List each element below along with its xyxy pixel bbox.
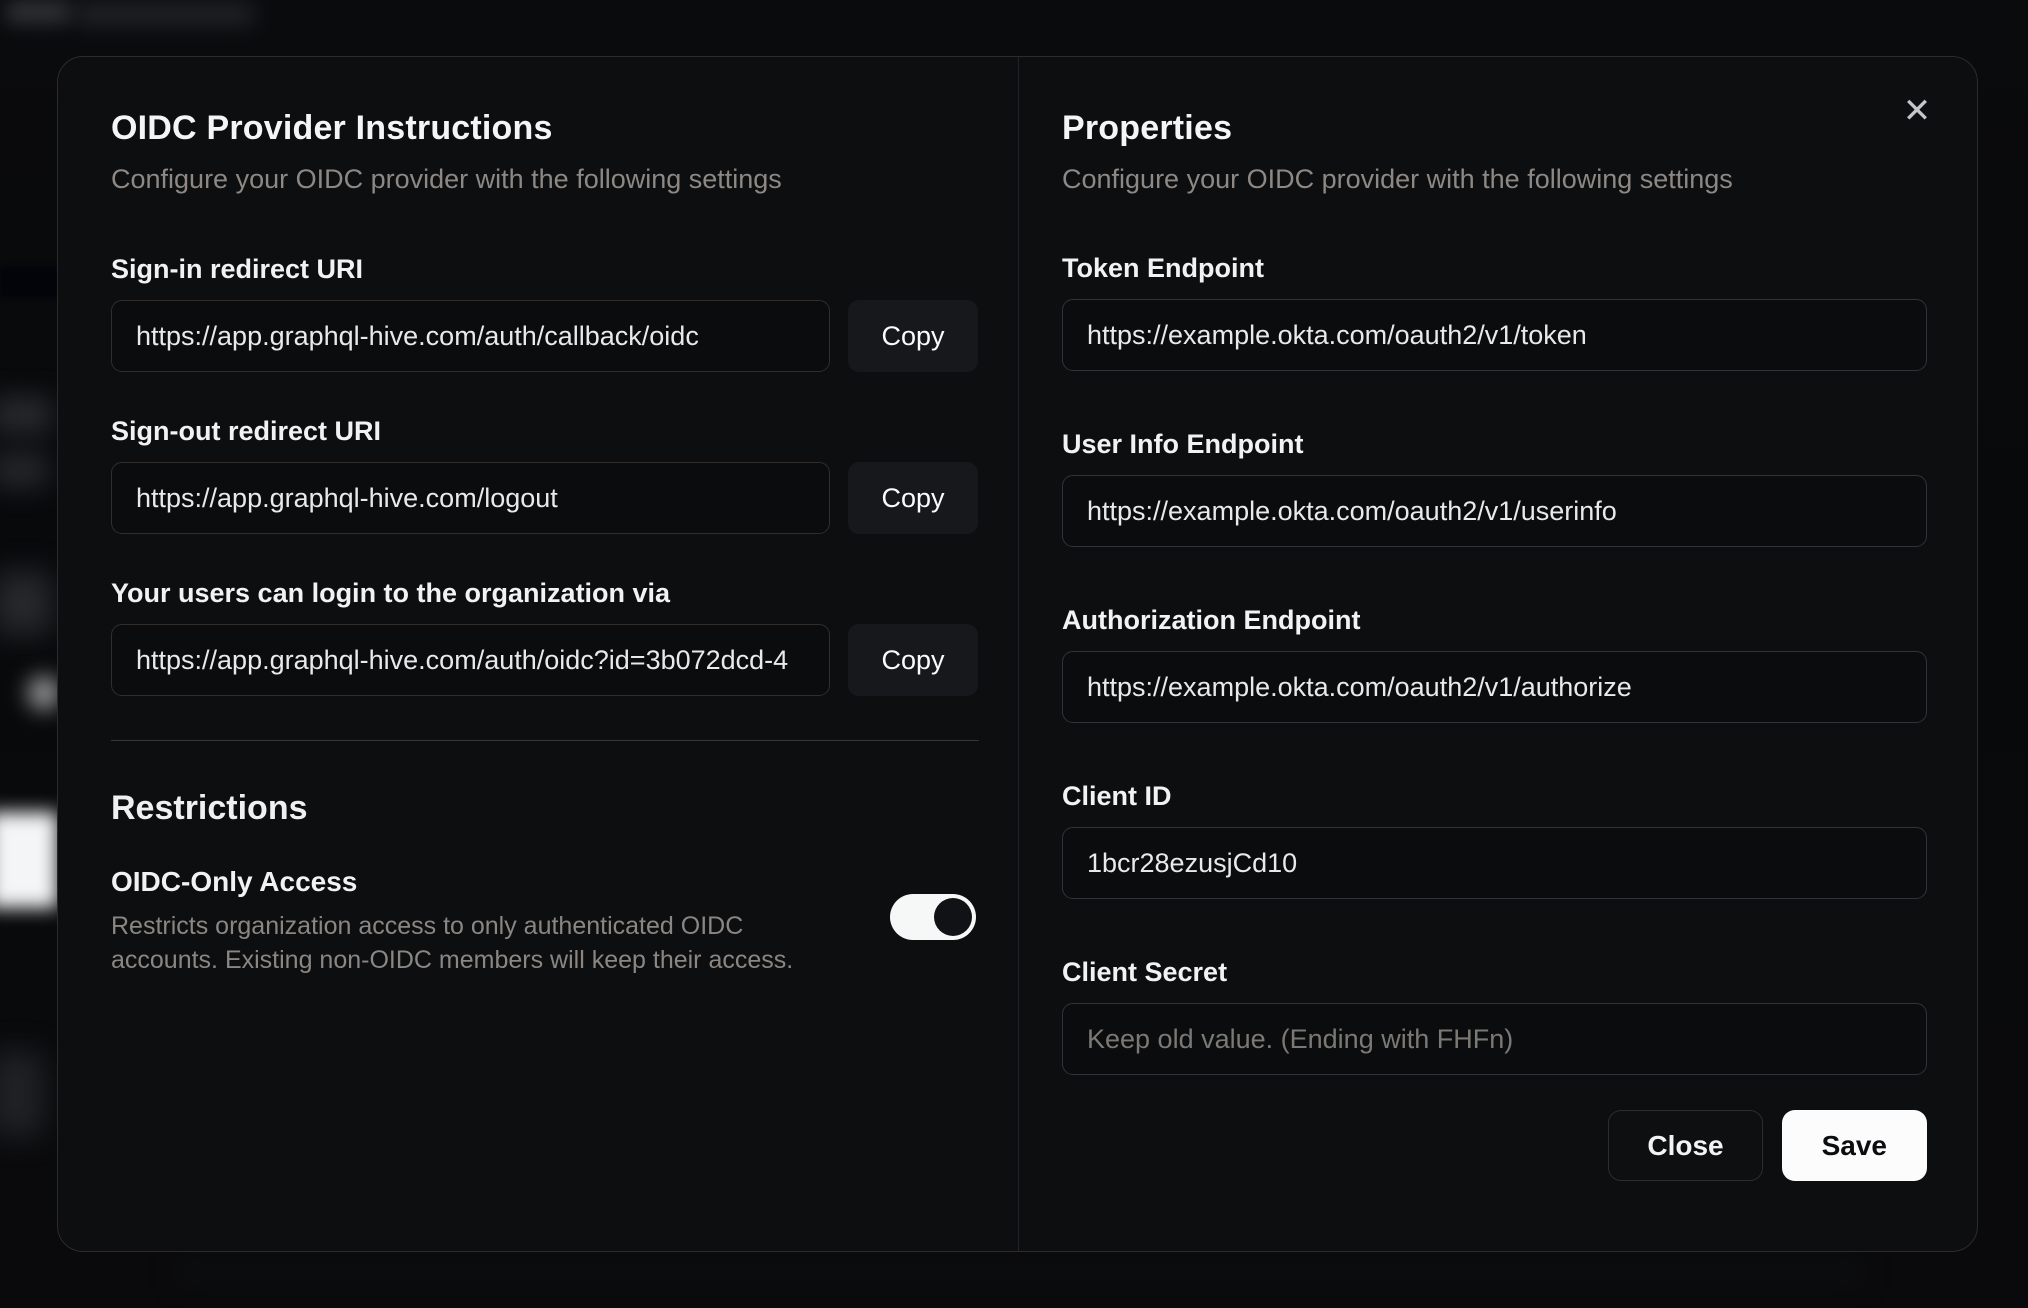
org-login-input[interactable] (111, 624, 830, 696)
copy-signin-button[interactable]: Copy (848, 300, 978, 372)
client-secret-field: Client Secret (1062, 957, 1927, 1075)
close-button[interactable]: Close (1608, 1110, 1763, 1181)
background-blur-artifact (0, 266, 60, 298)
copy-signout-button[interactable]: Copy (848, 462, 978, 534)
client-id-label: Client ID (1062, 781, 1172, 811)
properties-subtitle: Configure your OIDC provider with the fo… (1062, 164, 1733, 194)
signin-redirect-field: Sign-in redirect URI Copy (111, 254, 978, 372)
background-blur-artifact (74, 3, 254, 25)
client-id-input[interactable] (1062, 827, 1927, 899)
left-column-divider (111, 740, 979, 741)
page-background: OIDC Provider Instructions Configure you… (0, 0, 2028, 1308)
token-endpoint-input[interactable] (1062, 299, 1927, 371)
properties-column: ✕ Properties Configure your OIDC provide… (1018, 57, 1977, 1251)
signout-redirect-label: Sign-out redirect URI (111, 416, 382, 446)
oidc-only-access-description: Restricts organization access to only au… (111, 912, 794, 974)
org-login-field: Your users can login to the organization… (111, 578, 978, 696)
dialog-actions: Close Save (1062, 1110, 1927, 1181)
background-blur-artifact (0, 812, 58, 908)
properties-title: Properties (1062, 109, 1233, 147)
oidc-provider-dialog: OIDC Provider Instructions Configure you… (57, 56, 1978, 1252)
userinfo-endpoint-field: User Info Endpoint (1062, 429, 1927, 547)
token-endpoint-field: Token Endpoint (1062, 253, 1927, 371)
authorization-endpoint-field: Authorization Endpoint (1062, 605, 1927, 723)
userinfo-endpoint-input[interactable] (1062, 475, 1927, 547)
authorization-endpoint-label: Authorization Endpoint (1062, 605, 1361, 635)
copy-org-login-button[interactable]: Copy (848, 624, 978, 696)
close-icon[interactable]: ✕ (1893, 87, 1941, 135)
client-secret-input[interactable] (1062, 1003, 1927, 1075)
background-blur-artifact (0, 396, 52, 434)
signin-redirect-input[interactable] (111, 300, 830, 372)
instructions-subtitle: Configure your OIDC provider with the fo… (111, 164, 782, 194)
background-blur-artifact (6, 0, 70, 24)
background-blur-artifact (0, 1052, 44, 1136)
background-blur-artifact (0, 572, 52, 634)
signout-redirect-input[interactable] (111, 462, 830, 534)
token-endpoint-label: Token Endpoint (1062, 253, 1264, 283)
oidc-only-access-toggle[interactable] (890, 894, 976, 940)
instructions-column: OIDC Provider Instructions Configure you… (58, 57, 1018, 1251)
client-id-field: Client ID (1062, 781, 1927, 899)
client-secret-label: Client Secret (1062, 957, 1228, 987)
restrictions-title: Restrictions (111, 789, 308, 827)
toggle-knob (934, 898, 972, 936)
background-blur-artifact (28, 676, 60, 710)
background-blur-artifact (0, 452, 48, 488)
authorization-endpoint-input[interactable] (1062, 651, 1927, 723)
org-login-label: Your users can login to the organization… (111, 578, 671, 608)
signout-redirect-field: Sign-out redirect URI Copy (111, 416, 978, 534)
save-button[interactable]: Save (1781, 1110, 1927, 1181)
modal-shadow (170, 1252, 1870, 1292)
userinfo-endpoint-label: User Info Endpoint (1062, 429, 1304, 459)
oidc-only-access-row: OIDC-Only Access Restricts organization … (111, 866, 978, 978)
oidc-only-access-label: OIDC-Only Access (111, 866, 358, 897)
instructions-title: OIDC Provider Instructions (111, 109, 553, 147)
signin-redirect-label: Sign-in redirect URI (111, 254, 364, 284)
